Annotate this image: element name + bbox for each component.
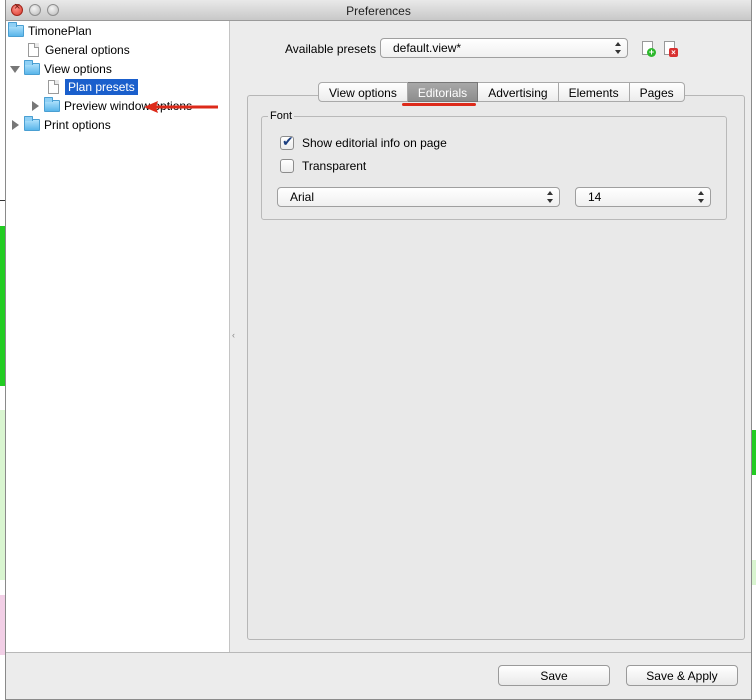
- folder-icon: [24, 116, 40, 131]
- save-apply-button[interactable]: Save & Apply: [626, 665, 738, 686]
- window-title: Preferences: [346, 4, 411, 18]
- font-group-title: Font: [268, 110, 295, 122]
- show-editorial-label: Show editorial info on page: [302, 136, 447, 150]
- folder-icon: [44, 97, 60, 112]
- tree-item-general-options[interactable]: General options: [28, 41, 130, 59]
- transparent-checkbox-row[interactable]: Transparent: [280, 159, 366, 173]
- preferences-tree[interactable]: TimonePlan General options View options …: [6, 21, 230, 652]
- preferences-window: Preferences TimonePlan General options V…: [5, 0, 752, 700]
- bottom-separator: [6, 652, 751, 653]
- tree-item-print-options[interactable]: Print options: [9, 116, 111, 134]
- tree-item-view-options[interactable]: View options: [9, 60, 112, 78]
- select-arrows-icon: [615, 42, 621, 54]
- show-editorial-checkbox[interactable]: [280, 134, 294, 150]
- tab-advertising[interactable]: Advertising: [478, 82, 559, 102]
- save-button[interactable]: Save: [498, 665, 610, 686]
- select-arrows-icon: [547, 191, 553, 203]
- annotation-underline: [402, 103, 476, 106]
- folder-icon: [24, 60, 40, 75]
- transparent-label: Transparent: [302, 159, 367, 173]
- tab-pages[interactable]: Pages: [629, 82, 685, 102]
- transparent-checkbox[interactable]: [280, 159, 294, 173]
- font-size-select[interactable]: 14: [575, 187, 711, 207]
- tab-editorials[interactable]: Editorials: [407, 82, 479, 102]
- tab-view-options[interactable]: View options: [318, 82, 408, 102]
- disclosure-collapsed-icon[interactable]: [9, 119, 21, 131]
- delete-icon: ×: [669, 48, 678, 57]
- document-icon: [28, 43, 39, 57]
- document-icon: [48, 80, 59, 94]
- title-bar[interactable]: Preferences: [6, 0, 751, 21]
- annotation-arrow-icon: [144, 101, 218, 113]
- show-editorial-checkbox-row[interactable]: Show editorial info on page: [280, 134, 447, 150]
- disclosure-expanded-icon[interactable]: [9, 63, 21, 75]
- tab-bar: View options Editorials Advertising Elem…: [318, 82, 685, 102]
- splitter-handle[interactable]: ‹: [232, 330, 235, 340]
- tab-elements[interactable]: Elements: [558, 82, 630, 102]
- folder-icon: [8, 22, 24, 37]
- delete-preset-button[interactable]: ×: [664, 41, 678, 57]
- available-presets-label: Available presets: [285, 42, 377, 56]
- select-arrows-icon: [698, 191, 704, 203]
- add-icon: +: [647, 47, 656, 57]
- font-family-select[interactable]: Arial: [277, 187, 560, 207]
- tree-item-plan-presets[interactable]: Plan presets: [48, 78, 138, 96]
- presets-select[interactable]: default.view*: [380, 38, 628, 58]
- disclosure-collapsed-icon[interactable]: [29, 100, 41, 112]
- new-preset-button[interactable]: +: [642, 41, 656, 57]
- tree-item-timoneplan[interactable]: TimonePlan: [8, 22, 92, 40]
